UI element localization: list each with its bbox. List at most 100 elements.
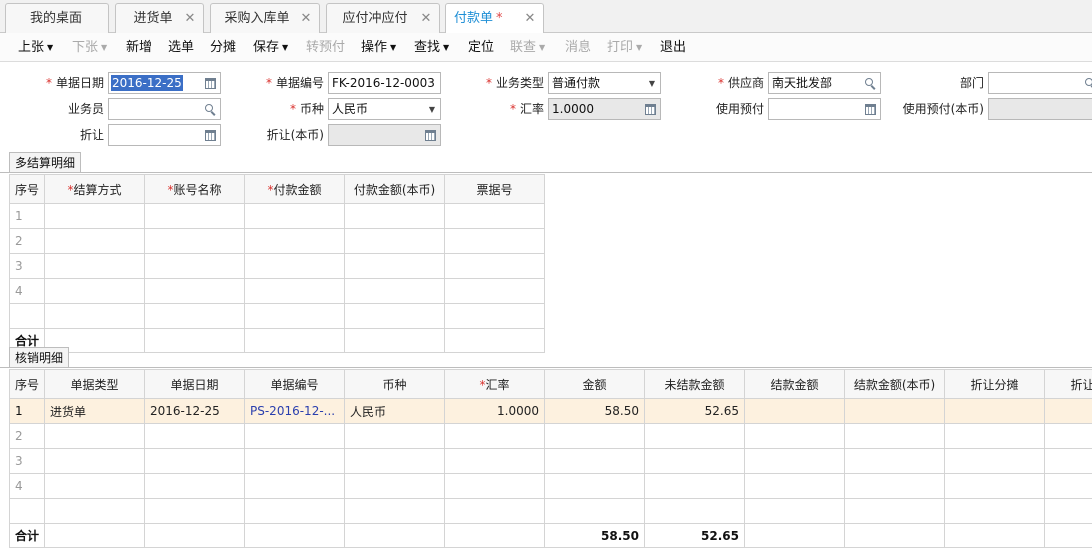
- table-cell[interactable]: [545, 449, 645, 474]
- message-button[interactable]: 消息: [565, 33, 591, 62]
- doc-date-field[interactable]: 2016-12-25: [108, 72, 221, 94]
- supplier-field[interactable]: 南天批发部: [768, 72, 881, 94]
- rate-field[interactable]: 1.0000: [548, 98, 661, 120]
- table-cell[interactable]: [145, 254, 245, 279]
- link-query-button[interactable]: 联查▼: [510, 33, 545, 62]
- table-cell[interactable]: [145, 279, 245, 304]
- table-cell[interactable]: [745, 474, 845, 499]
- table-cell[interactable]: [145, 229, 245, 254]
- col-header-bill-no[interactable]: 票据号: [445, 175, 545, 204]
- currency-select[interactable]: 人民币 ▼: [328, 98, 441, 120]
- col-header-pay-amount[interactable]: *付款金额: [245, 175, 345, 204]
- select-order-button[interactable]: 选单: [168, 33, 194, 62]
- col-header-doc-date[interactable]: 单据日期: [145, 370, 245, 399]
- col-header-amount[interactable]: 金额: [545, 370, 645, 399]
- table-cell[interactable]: [945, 449, 1045, 474]
- tab-my-desktop[interactable]: 我的桌面: [5, 3, 109, 33]
- table-row[interactable]: 2: [10, 424, 1092, 449]
- calculator-icon[interactable]: [205, 130, 216, 141]
- to-prepay-button[interactable]: 转预付: [306, 33, 345, 62]
- salesman-field[interactable]: [108, 98, 221, 120]
- table-cell[interactable]: [245, 474, 345, 499]
- doc-date-cell[interactable]: 2016-12-25: [145, 399, 245, 424]
- table-cell[interactable]: [245, 424, 345, 449]
- table-cell[interactable]: [45, 279, 145, 304]
- save-button[interactable]: 保存▼: [253, 33, 288, 62]
- search-icon[interactable]: [865, 78, 873, 86]
- col-header-discount-alloc[interactable]: 折让分摊: [945, 370, 1045, 399]
- find-button[interactable]: 查找▼: [414, 33, 449, 62]
- table-cell[interactable]: [245, 279, 345, 304]
- search-icon[interactable]: [205, 104, 213, 112]
- settlement-section-tab[interactable]: 多结算明细: [9, 152, 81, 173]
- table-cell[interactable]: [45, 254, 145, 279]
- tab-payment-voucher[interactable]: 付款单* ✕: [445, 3, 544, 34]
- table-cell[interactable]: [545, 474, 645, 499]
- table-cell[interactable]: [645, 424, 745, 449]
- table-cell[interactable]: [345, 449, 445, 474]
- table-cell[interactable]: [45, 449, 145, 474]
- table-cell[interactable]: [445, 424, 545, 449]
- col-header-doc-no[interactable]: 单据编号: [245, 370, 345, 399]
- table-cell[interactable]: [45, 474, 145, 499]
- close-icon[interactable]: ✕: [419, 4, 433, 33]
- settle-local-cell[interactable]: [845, 399, 945, 424]
- table-cell[interactable]: [345, 229, 445, 254]
- table-cell[interactable]: [345, 279, 445, 304]
- table-cell[interactable]: [745, 449, 845, 474]
- exit-button[interactable]: 退出: [660, 33, 686, 62]
- table-cell[interactable]: [345, 424, 445, 449]
- table-cell[interactable]: [145, 424, 245, 449]
- calculator-icon[interactable]: [425, 130, 436, 141]
- table-cell[interactable]: [345, 204, 445, 229]
- table-cell[interactable]: [645, 474, 745, 499]
- col-header-doc-type[interactable]: 单据类型: [45, 370, 145, 399]
- table-cell[interactable]: [45, 204, 145, 229]
- table-cell[interactable]: [245, 254, 345, 279]
- table-row[interactable]: 3: [10, 449, 1092, 474]
- table-cell[interactable]: [245, 229, 345, 254]
- table-cell[interactable]: [845, 474, 945, 499]
- next-record-button[interactable]: 下张▼: [72, 33, 107, 62]
- table-cell[interactable]: [445, 449, 545, 474]
- settle-cell[interactable]: [745, 399, 845, 424]
- table-cell[interactable]: [1045, 474, 1092, 499]
- allocate-button[interactable]: 分摊: [210, 33, 236, 62]
- calendar-icon[interactable]: [205, 78, 216, 89]
- tab-purchase-inbound[interactable]: 采购入库单 ✕: [210, 3, 320, 33]
- close-icon[interactable]: ✕: [183, 4, 197, 33]
- col-header-rate[interactable]: *汇率: [445, 370, 545, 399]
- writeoff-section-tab[interactable]: 核销明细: [9, 347, 69, 368]
- table-cell[interactable]: [445, 204, 545, 229]
- tab-payable-offset[interactable]: 应付冲应付 ✕: [326, 3, 440, 33]
- table-cell[interactable]: [745, 424, 845, 449]
- table-cell[interactable]: [445, 254, 545, 279]
- col-header-settle-local[interactable]: 结款金额(本币): [845, 370, 945, 399]
- table-cell[interactable]: [45, 229, 145, 254]
- col-header-discount-alloc-2[interactable]: 折让分摊: [1045, 370, 1092, 399]
- table-cell[interactable]: [145, 449, 245, 474]
- search-icon[interactable]: [1085, 78, 1092, 86]
- dept-field[interactable]: [988, 72, 1092, 94]
- table-cell[interactable]: [1045, 449, 1092, 474]
- rate-cell[interactable]: 1.0000: [445, 399, 545, 424]
- col-header-pay-amount-local[interactable]: 付款金额(本币): [345, 175, 445, 204]
- table-cell[interactable]: [445, 474, 545, 499]
- chevron-down-icon[interactable]: ▼: [429, 100, 435, 119]
- table-cell[interactable]: [945, 424, 1045, 449]
- table-row[interactable]: 4: [10, 474, 1092, 499]
- table-cell[interactable]: [345, 254, 445, 279]
- table-cell[interactable]: [145, 474, 245, 499]
- table-row[interactable]: 4: [10, 279, 545, 304]
- col-header-currency[interactable]: 币种: [345, 370, 445, 399]
- discount-field[interactable]: [108, 124, 221, 146]
- table-cell[interactable]: [445, 279, 545, 304]
- discount-local-field[interactable]: [328, 124, 441, 146]
- biz-type-select[interactable]: 普通付款 ▼: [548, 72, 661, 94]
- locate-button[interactable]: 定位: [468, 33, 494, 62]
- tab-purchase-order[interactable]: 进货单 ✕: [115, 3, 204, 33]
- table-cell[interactable]: [45, 424, 145, 449]
- doc-no-link[interactable]: PS-2016-12-...: [245, 399, 345, 424]
- new-button[interactable]: 新增: [126, 33, 152, 62]
- discount-alloc-cell[interactable]: [945, 399, 1045, 424]
